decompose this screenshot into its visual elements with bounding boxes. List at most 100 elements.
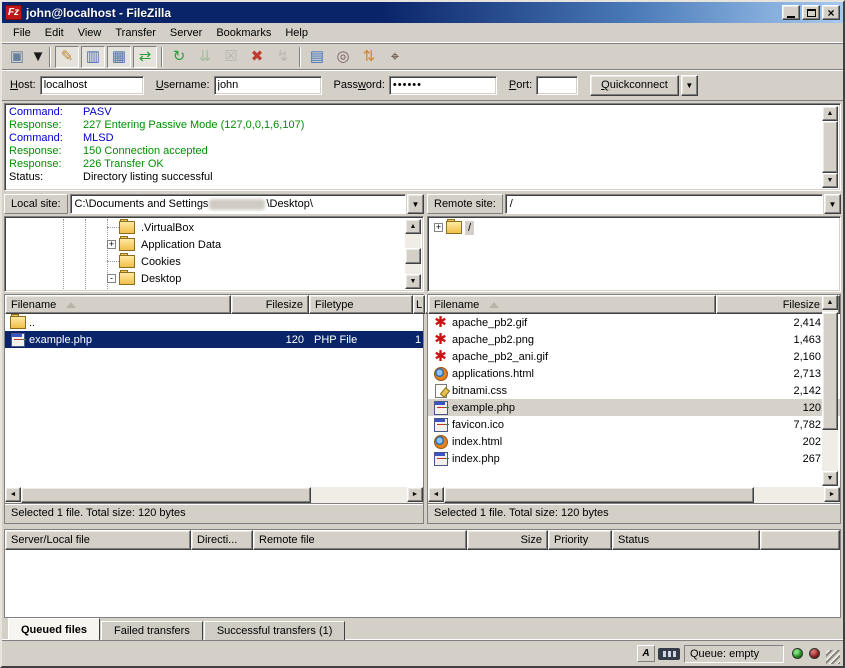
queue-column-directi[interactable]: Directi...	[191, 530, 253, 550]
scrollbar-thumb[interactable]	[822, 312, 838, 430]
site-manager-dropdown-button[interactable]: ▼	[31, 46, 45, 68]
local-list-body[interactable]: ..example.php120PHP File1	[5, 314, 423, 487]
local-directory-tree[interactable]: .VirtualBox+Application DataCookies-Desk…	[7, 219, 405, 289]
file-row-index-html[interactable]: index.html202	[428, 433, 840, 450]
file-row-apache-pb2-gif[interactable]: ✱apache_pb2.gif2,414	[428, 314, 840, 331]
disconnect-button[interactable]: ✖	[245, 46, 269, 68]
file-row-index-php[interactable]: index.php267	[428, 450, 840, 467]
open-site-manager-button[interactable]: ▣	[5, 46, 29, 68]
synchronized-browsing-button[interactable]: ⇅	[357, 46, 381, 68]
remote-vertical-scrollbar[interactable]: ▲ ▼	[822, 295, 838, 486]
local-column-l[interactable]: L	[413, 295, 425, 314]
resize-grip[interactable]	[826, 650, 840, 664]
menu-transfer[interactable]: Transfer	[108, 25, 163, 41]
queue-column-priority[interactable]: Priority	[548, 530, 612, 550]
tab-failed-transfers[interactable]: Failed transfers	[101, 621, 203, 640]
scroll-up-icon[interactable]: ▲	[405, 219, 421, 234]
toggle-local-tree-button[interactable]: ▥	[81, 46, 105, 68]
title-bar[interactable]: Fz john@localhost - FileZilla ×	[2, 2, 843, 23]
close-button[interactable]: ×	[822, 5, 840, 20]
maximize-button[interactable]	[802, 5, 820, 20]
scroll-up-icon[interactable]: ▲	[822, 295, 838, 310]
file-row-example-php[interactable]: example.php120PHP File1	[5, 331, 423, 348]
local-path-dropdown-button[interactable]: ▼	[407, 194, 424, 214]
file-row-[interactable]: ..	[5, 314, 423, 331]
quickconnect-dropdown-button[interactable]: ▼	[681, 75, 698, 96]
scroll-down-icon[interactable]: ▼	[405, 274, 421, 289]
local-column-filetype[interactable]: Filetype	[309, 295, 413, 314]
remote-horizontal-scrollbar[interactable]: ◄ ►	[428, 487, 840, 503]
username-input[interactable]	[214, 76, 322, 95]
quickconnect-button[interactable]: Quickconnect	[590, 75, 679, 96]
toggle-transfer-queue-button[interactable]: ⇄	[133, 46, 157, 68]
port-input[interactable]	[536, 76, 578, 95]
find-files-button[interactable]: ⌖	[383, 46, 407, 68]
remote-column-filesize[interactable]: Filesize	[716, 295, 826, 314]
menu-edit[interactable]: Edit	[38, 25, 71, 41]
directory-comparison-button[interactable]: ◎	[331, 46, 355, 68]
menu-server[interactable]: Server	[163, 25, 209, 41]
minimize-button[interactable]	[782, 5, 800, 20]
scrollbar-thumb[interactable]	[405, 248, 421, 264]
scroll-down-icon[interactable]: ▼	[822, 173, 838, 188]
file-row-bitnami-css[interactable]: bitnami.css2,142	[428, 382, 840, 399]
remote-column-filename[interactable]: Filename	[428, 295, 716, 314]
message-log-scrollbar[interactable]: ▲ ▼	[822, 106, 838, 188]
host-input[interactable]	[40, 76, 144, 95]
file-row-apache-pb2-png[interactable]: ✱apache_pb2.png1,463	[428, 331, 840, 348]
queue-column-remote-file[interactable]: Remote file	[253, 530, 467, 550]
file-row-applications-html[interactable]: applications.html2,713	[428, 365, 840, 382]
queue-column-size[interactable]: Size	[467, 530, 548, 550]
menu-help[interactable]: Help	[278, 25, 315, 41]
remote-path-dropdown-button[interactable]: ▼	[824, 194, 841, 214]
tree-item-desktop[interactable]: -Desktop	[7, 270, 405, 287]
remote-directory-tree[interactable]: +/	[430, 219, 838, 289]
file-row-favicon-ico[interactable]: favicon.ico7,782	[428, 416, 840, 433]
scrollbar-thumb[interactable]	[444, 487, 754, 503]
tree-item-virtualbox[interactable]: .VirtualBox	[7, 219, 405, 236]
tree-item-[interactable]: +/	[430, 219, 838, 236]
scroll-down-icon[interactable]: ▼	[822, 471, 838, 486]
local-column-filename[interactable]: Filename	[5, 295, 231, 314]
directory-filter-button[interactable]: ▤	[305, 46, 329, 68]
remote-list-body[interactable]: ✱apache_pb2.gif2,414✱apache_pb2.png1,463…	[428, 314, 840, 487]
scrollbar-track[interactable]	[822, 310, 838, 471]
scroll-right-icon[interactable]: ►	[824, 487, 840, 502]
scroll-right-icon[interactable]: ►	[407, 487, 423, 502]
menu-view[interactable]: View	[71, 25, 109, 41]
scrollbar-track[interactable]	[405, 234, 421, 274]
queue-column-server-local-file[interactable]: Server/Local file	[5, 530, 191, 550]
remote-path-combo[interactable]: /	[505, 194, 823, 214]
tree-item-application-data[interactable]: +Application Data	[7, 236, 405, 253]
scroll-left-icon[interactable]: ◄	[5, 487, 21, 502]
menu-bookmarks[interactable]: Bookmarks	[209, 25, 278, 41]
local-path-combo[interactable]: C:\Documents and Settings\Desktop\	[70, 194, 406, 214]
queue-column-status[interactable]: Status	[612, 530, 760, 550]
tree-expander-expand-icon[interactable]: +	[107, 240, 116, 249]
tab-queued-files[interactable]: Queued files	[8, 618, 100, 640]
toggle-remote-tree-button[interactable]: ▦	[107, 46, 131, 68]
tree-item-cookies[interactable]: Cookies	[7, 253, 405, 270]
queue-body[interactable]	[5, 550, 840, 617]
file-row-apache-pb2-ani-gif[interactable]: ✱apache_pb2_ani.gif2,160	[428, 348, 840, 365]
tab-successful-transfers-1[interactable]: Successful transfers (1)	[204, 621, 346, 640]
scrollbar-thumb[interactable]	[21, 487, 311, 503]
tree-expander-collapse-icon[interactable]: -	[107, 274, 116, 283]
scroll-up-icon[interactable]: ▲	[822, 106, 838, 121]
toggle-message-log-button[interactable]: ✎	[55, 46, 79, 68]
local-horizontal-scrollbar[interactable]: ◄ ►	[5, 487, 423, 503]
scrollbar-track[interactable]	[822, 121, 838, 173]
tree-expander-expand-icon[interactable]: +	[434, 223, 443, 232]
menu-file[interactable]: File	[6, 25, 38, 41]
refresh-listing-button[interactable]: ↻	[167, 46, 191, 68]
scrollbar-thumb[interactable]	[822, 121, 838, 173]
scrollbar-track[interactable]	[754, 487, 824, 503]
local-tree-scrollbar[interactable]: ▲ ▼	[405, 219, 421, 289]
data-type-indicator-icon[interactable]: A	[637, 645, 655, 662]
scrollbar-track[interactable]	[311, 487, 407, 503]
local-column-filesize[interactable]: Filesize	[231, 295, 309, 314]
password-input[interactable]	[389, 76, 497, 95]
speed-limits-icon[interactable]	[658, 648, 680, 660]
scroll-left-icon[interactable]: ◄	[428, 487, 444, 502]
file-row-example-php[interactable]: example.php120	[428, 399, 840, 416]
